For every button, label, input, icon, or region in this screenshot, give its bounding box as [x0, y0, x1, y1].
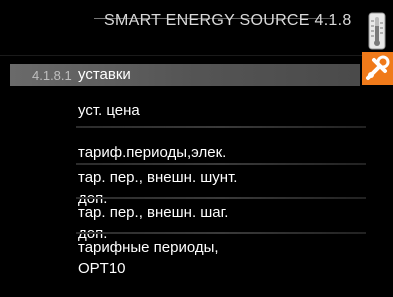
divider	[76, 126, 366, 128]
thermometer-icon	[367, 12, 387, 50]
menu-item-tariff-opt10[interactable]: тарифные периоды, OPT10	[78, 239, 219, 278]
divider	[76, 197, 366, 199]
menu-item-label: тариф.периоды,элек.	[78, 144, 227, 161]
divider	[76, 232, 366, 234]
menu-number: 4.1.8.1	[32, 68, 72, 83]
menu-item-label: тар. пер., внешн. шунт.	[78, 169, 238, 186]
divider	[76, 163, 366, 165]
menu-item-selected[interactable]: 4.1.8.1 уставки	[10, 64, 360, 86]
menu-item-label: тар. пер., внешн. шаг.	[78, 204, 229, 221]
menu-item-tariff-ext-shunt[interactable]: тар. пер., внешн. шунт. доп.	[78, 169, 237, 208]
header-divider	[0, 55, 393, 56]
menu-item-label: тарифные периоды,	[78, 239, 219, 256]
menu-item-label-line2: OPT10	[78, 260, 126, 277]
menu-item-set-price[interactable]: уст. цена	[78, 102, 140, 120]
page-title: SMART ENERGY SOURCE 4.1.8	[104, 12, 352, 29]
menu-item-label: уставки	[78, 66, 131, 83]
menu-item-tariff-periods-elec[interactable]: тариф.периоды,элек.	[78, 144, 226, 162]
header: SMART ENERGY SOURCE 4.1.8	[0, 0, 393, 56]
wrench-icon	[362, 52, 393, 85]
menu-item-tariff-ext-step[interactable]: тар. пер., внешн. шаг. доп.	[78, 204, 228, 243]
screen: SMART ENERGY SOURCE 4.1.8 4.1.8.1 уставк…	[0, 0, 393, 297]
menu-item-label: уст. цена	[78, 102, 140, 119]
